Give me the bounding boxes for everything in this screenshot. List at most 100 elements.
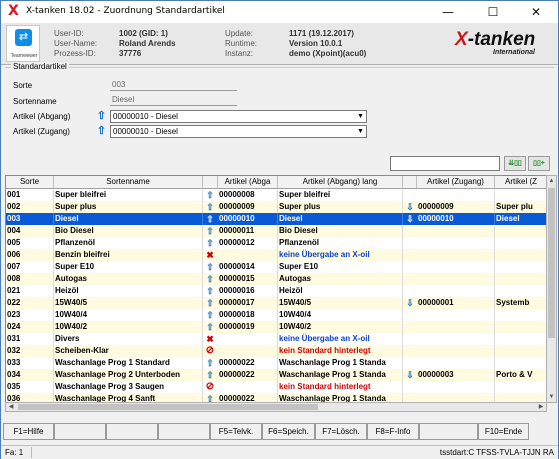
- function-key-bar: F1=Hilfe F5=Telvk. F6=Speich. F7=Lösch. F8=F…: [3, 423, 556, 440]
- table-cell: Waschanlage Prog 1 Standa: [278, 357, 403, 369]
- table-row[interactable]: 024 10W40/2 ⇧ 00000019 10W40/2: [6, 321, 546, 333]
- table-row[interactable]: 002 Super plus ⇧ 00000009 Super plus ⇩ 0000000…: [6, 201, 546, 213]
- find-add-button[interactable]: ▯▯+: [528, 156, 550, 171]
- table-cell: [417, 189, 495, 201]
- download-icon[interactable]: ⇩: [405, 298, 415, 308]
- table-row[interactable]: 035 Waschanlage Prog 3 Saugen ⊘ kein Standa…: [6, 381, 546, 393]
- upload-icon[interactable]: ⇧: [205, 214, 215, 224]
- table-row[interactable]: 008 Autogas ⇧ 00000015 Autogas: [6, 273, 546, 285]
- function-key-button[interactable]: F1=Hilfe: [3, 423, 54, 440]
- upload-icon[interactable]: ⇧: [205, 202, 215, 212]
- hscroll-thumb[interactable]: [18, 404, 318, 410]
- table-row[interactable]: 023 10W40/4 ⇧ 00000018 10W40/4: [6, 309, 546, 321]
- table-cell: [417, 225, 495, 237]
- table-cell: [417, 333, 495, 345]
- table-row[interactable]: 006 Benzin bleifrei ✖ keine Übergabe an X-o…: [6, 249, 546, 261]
- find-next-button[interactable]: ⇊▯▯: [504, 156, 526, 171]
- abgang-select[interactable]: 00000010 - Diesel ▼: [110, 110, 367, 123]
- maximize-button[interactable]: ☐: [471, 1, 515, 23]
- scroll-down-icon[interactable]: ▼: [547, 392, 556, 402]
- column-header[interactable]: Artikel (Abga: [218, 176, 278, 189]
- table-cell: [417, 381, 495, 393]
- brand-name: -tanken: [467, 29, 536, 50]
- update-label: Update:: [225, 29, 254, 38]
- table-cell: Diesel: [54, 213, 203, 225]
- download-icon[interactable]: ⇩: [405, 202, 415, 212]
- table-cell: 10W40/2: [54, 321, 203, 333]
- download-icon[interactable]: ⇩: [405, 214, 415, 224]
- table-cell: 00000015: [218, 273, 278, 285]
- table-cell: [417, 261, 495, 273]
- table-cell: 001: [6, 189, 54, 201]
- upload-icon[interactable]: ⇧: [205, 286, 215, 296]
- table-cell: 00000022: [218, 357, 278, 369]
- table-row[interactable]: 034 Waschanlage Prog 2 Unterboden ⇧ 0000002…: [6, 369, 546, 381]
- function-key-button[interactable]: [419, 423, 478, 440]
- upload-icon[interactable]: ⇧: [205, 358, 215, 368]
- cross-icon[interactable]: ✖: [205, 334, 215, 344]
- column-header[interactable]: Sorte: [6, 176, 54, 189]
- table-row[interactable]: 022 15W40/5 ⇧ 00000017 15W40/5 ⇩ 00000001 Syste…: [6, 297, 546, 309]
- table-row[interactable]: 001 Super bleifrei ⇧ 00000008 Super bleifrei: [6, 189, 546, 201]
- horizontal-scrollbar[interactable]: ◀ ▶: [5, 402, 547, 412]
- function-key-button[interactable]: F6=Speich.: [262, 423, 315, 440]
- function-key-button[interactable]: [158, 423, 210, 440]
- chevron-down-icon[interactable]: ▼: [355, 126, 366, 137]
- sortenname-label: Sortenname: [13, 97, 57, 106]
- no-entry-icon[interactable]: ⊘: [205, 346, 215, 356]
- table-cell: Bio Diesel: [54, 225, 203, 237]
- table-row[interactable]: 004 Bio Diesel ⇧ 00000011 Bio Diesel: [6, 225, 546, 237]
- scroll-left-icon[interactable]: ◀: [6, 403, 16, 411]
- minimize-button[interactable]: —: [426, 1, 470, 23]
- upload-icon[interactable]: ⇧: [96, 111, 107, 122]
- column-header[interactable]: Artikel (Abgang) lang: [278, 176, 403, 189]
- cross-icon[interactable]: ✖: [205, 250, 215, 260]
- function-key-button[interactable]: F7=Lösch.: [315, 423, 367, 440]
- group-title: Standardartikel: [11, 62, 69, 71]
- table-row[interactable]: 031 Divers ✖ keine Übergabe an X-oil: [6, 333, 546, 345]
- upload-icon[interactable]: ⇧: [205, 238, 215, 248]
- download-icon[interactable]: ⇩: [405, 370, 415, 380]
- table-row[interactable]: 021 Heizöl ⇧ 00000016 Heizöl: [6, 285, 546, 297]
- function-key-button[interactable]: F5=Telvk.: [210, 423, 262, 440]
- zugang-select[interactable]: 00000010 - Diesel ▼: [110, 125, 367, 138]
- scroll-thumb[interactable]: [548, 188, 555, 338]
- upload-icon[interactable]: ⇧: [205, 226, 215, 236]
- table-row[interactable]: 005 Pflanzenöl ⇧ 00000012 Pflanzenöl: [6, 237, 546, 249]
- scroll-up-icon[interactable]: ▲: [547, 176, 556, 186]
- column-header[interactable]: Artikel (Z: [495, 176, 546, 189]
- table-row[interactable]: 032 Scheiben-Klar ⊘ kein Standard hinterleg…: [6, 345, 546, 357]
- upload-icon[interactable]: ⇧: [205, 298, 215, 308]
- close-button[interactable]: ✕: [514, 1, 558, 23]
- upload-icon[interactable]: ⇧: [205, 310, 215, 320]
- column-header[interactable]: [203, 176, 218, 189]
- upload-icon[interactable]: ⇧: [205, 322, 215, 332]
- function-key-button[interactable]: F10=Ende: [478, 423, 529, 440]
- function-key-button[interactable]: [106, 423, 158, 440]
- column-header[interactable]: Sortenname: [54, 176, 203, 189]
- status-bar: Fa: 1 tsstdart:C TFSS-TVLA-TJJN RA: [1, 445, 558, 459]
- table-row[interactable]: 033 Waschanlage Prog 1 Standard ⇧ 00000022 W…: [6, 357, 546, 369]
- update-value: 1171 (19.12.2017): [289, 29, 354, 38]
- upload-icon[interactable]: ⇧: [205, 274, 215, 284]
- scroll-right-icon[interactable]: ▶: [536, 403, 546, 411]
- upload-icon[interactable]: ⇧: [96, 126, 107, 137]
- vertical-scrollbar[interactable]: ▲ ▼: [546, 175, 557, 403]
- app-window: X X-tanken 18.02 - Zuordnung Standardart…: [0, 0, 559, 459]
- upload-icon[interactable]: ⇧: [205, 370, 215, 380]
- teamviewer-button[interactable]: ⇄ Teamviewer: [6, 25, 40, 62]
- no-entry-icon[interactable]: ⊘: [205, 382, 215, 392]
- column-header[interactable]: [403, 176, 417, 189]
- function-key-button[interactable]: [54, 423, 106, 440]
- table-row[interactable]: 007 Super E10 ⇧ 00000014 Super E10: [6, 261, 546, 273]
- table-cell: [417, 249, 495, 261]
- table-cell: 00000008: [218, 189, 278, 201]
- upload-icon[interactable]: ⇧: [205, 190, 215, 200]
- upload-icon[interactable]: ⇧: [205, 262, 215, 272]
- chevron-down-icon[interactable]: ▼: [355, 111, 366, 122]
- search-input[interactable]: [390, 156, 500, 171]
- table-row[interactable]: 003 Diesel ⇧ 00000010 Diesel ⇩ 00000010 Diesel: [6, 213, 546, 225]
- function-key-button[interactable]: F8=F-Info: [367, 423, 419, 440]
- column-header[interactable]: Artikel (Zugang): [417, 176, 495, 189]
- table-cell: [495, 357, 546, 369]
